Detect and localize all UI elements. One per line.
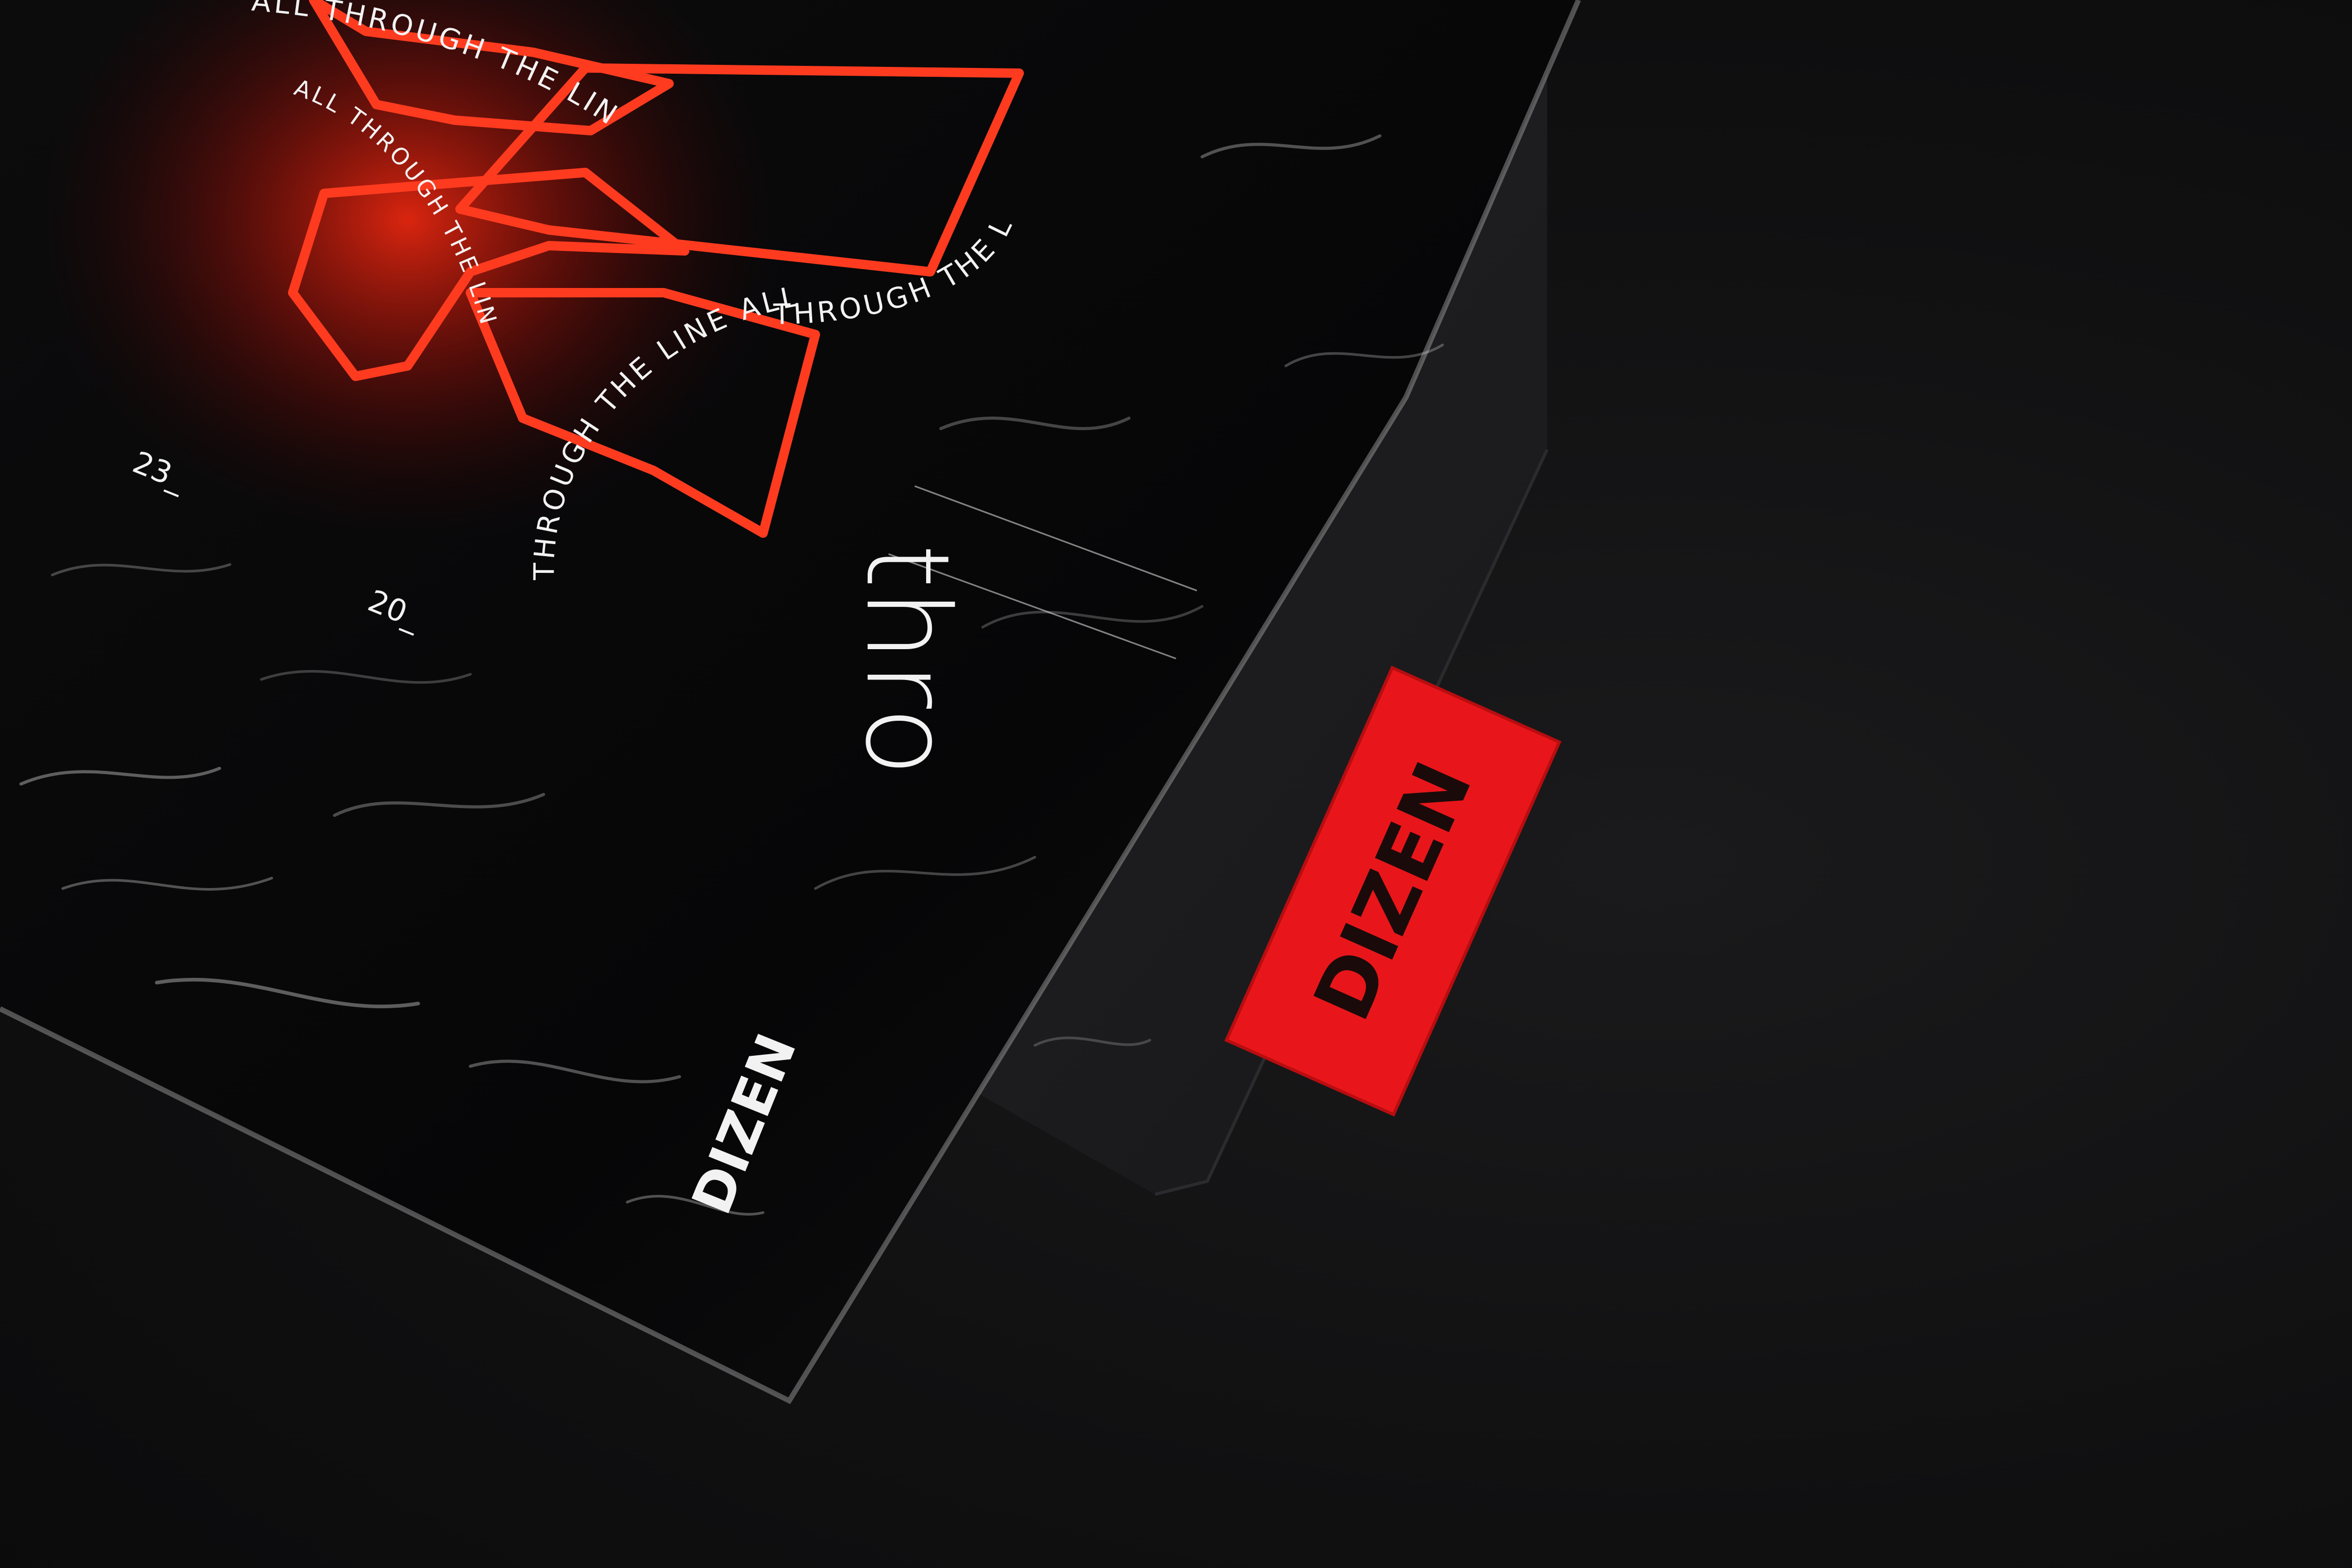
thro-word: thro xyxy=(840,544,974,777)
product-mockup-scene: ALL THROUGH THE LINE THROUGH THE LINE AL… xyxy=(0,0,2352,1568)
scene-svg: ALL THROUGH THE LINE THROUGH THE LINE AL… xyxy=(0,0,1581,1404)
